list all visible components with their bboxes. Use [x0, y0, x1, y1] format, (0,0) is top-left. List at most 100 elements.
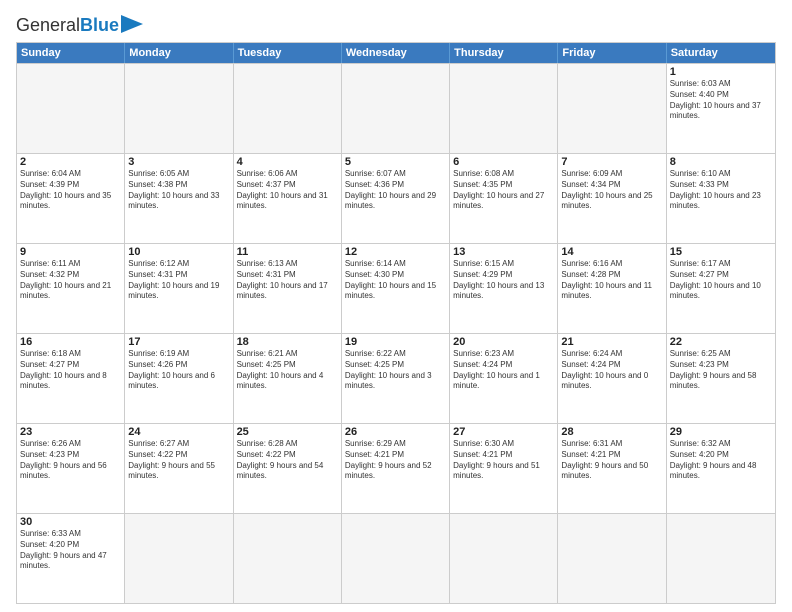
- day-info: Sunrise: 6:07 AM Sunset: 4:36 PM Dayligh…: [345, 169, 446, 212]
- day-info: Sunrise: 6:11 AM Sunset: 4:32 PM Dayligh…: [20, 259, 121, 302]
- day-info: Sunrise: 6:12 AM Sunset: 4:31 PM Dayligh…: [128, 259, 229, 302]
- day-number: 30: [20, 516, 121, 528]
- logo: GeneralBlue: [16, 16, 143, 34]
- day-number: 17: [128, 336, 229, 348]
- calendar-cell: 2Sunrise: 6:04 AM Sunset: 4:39 PM Daylig…: [17, 154, 125, 243]
- day-info: Sunrise: 6:10 AM Sunset: 4:33 PM Dayligh…: [670, 169, 772, 212]
- calendar-row: 30Sunrise: 6:33 AM Sunset: 4:20 PM Dayli…: [17, 513, 775, 603]
- calendar-cell: 21Sunrise: 6:24 AM Sunset: 4:24 PM Dayli…: [558, 334, 666, 423]
- calendar-row: 23Sunrise: 6:26 AM Sunset: 4:23 PM Dayli…: [17, 423, 775, 513]
- calendar-header: Sunday Monday Tuesday Wednesday Thursday…: [17, 43, 775, 63]
- calendar-cell: [558, 64, 666, 153]
- calendar-cell: 24Sunrise: 6:27 AM Sunset: 4:22 PM Dayli…: [125, 424, 233, 513]
- day-info: Sunrise: 6:32 AM Sunset: 4:20 PM Dayligh…: [670, 439, 772, 482]
- calendar-cell: 17Sunrise: 6:19 AM Sunset: 4:26 PM Dayli…: [125, 334, 233, 423]
- day-number: 18: [237, 336, 338, 348]
- day-info: Sunrise: 6:06 AM Sunset: 4:37 PM Dayligh…: [237, 169, 338, 212]
- calendar-cell: 6Sunrise: 6:08 AM Sunset: 4:35 PM Daylig…: [450, 154, 558, 243]
- day-info: Sunrise: 6:08 AM Sunset: 4:35 PM Dayligh…: [453, 169, 554, 212]
- calendar-cell: 28Sunrise: 6:31 AM Sunset: 4:21 PM Dayli…: [558, 424, 666, 513]
- calendar-cell: [342, 64, 450, 153]
- calendar-cell: 8Sunrise: 6:10 AM Sunset: 4:33 PM Daylig…: [667, 154, 775, 243]
- day-info: Sunrise: 6:25 AM Sunset: 4:23 PM Dayligh…: [670, 349, 772, 392]
- day-number: 12: [345, 246, 446, 258]
- calendar-body: 1Sunrise: 6:03 AM Sunset: 4:40 PM Daylig…: [17, 63, 775, 603]
- day-info: Sunrise: 6:21 AM Sunset: 4:25 PM Dayligh…: [237, 349, 338, 392]
- day-info: Sunrise: 6:31 AM Sunset: 4:21 PM Dayligh…: [561, 439, 662, 482]
- day-number: 13: [453, 246, 554, 258]
- calendar-row: 1Sunrise: 6:03 AM Sunset: 4:40 PM Daylig…: [17, 63, 775, 153]
- day-number: 26: [345, 426, 446, 438]
- day-info: Sunrise: 6:24 AM Sunset: 4:24 PM Dayligh…: [561, 349, 662, 392]
- calendar-cell: [342, 514, 450, 603]
- day-info: Sunrise: 6:05 AM Sunset: 4:38 PM Dayligh…: [128, 169, 229, 212]
- logo-triangle-icon: [121, 15, 143, 33]
- calendar-cell: 16Sunrise: 6:18 AM Sunset: 4:27 PM Dayli…: [17, 334, 125, 423]
- day-info: Sunrise: 6:14 AM Sunset: 4:30 PM Dayligh…: [345, 259, 446, 302]
- day-number: 6: [453, 156, 554, 168]
- calendar-cell: 12Sunrise: 6:14 AM Sunset: 4:30 PM Dayli…: [342, 244, 450, 333]
- day-info: Sunrise: 6:13 AM Sunset: 4:31 PM Dayligh…: [237, 259, 338, 302]
- day-info: Sunrise: 6:18 AM Sunset: 4:27 PM Dayligh…: [20, 349, 121, 392]
- weekday-tuesday: Tuesday: [234, 43, 342, 63]
- day-info: Sunrise: 6:26 AM Sunset: 4:23 PM Dayligh…: [20, 439, 121, 482]
- calendar-cell: 22Sunrise: 6:25 AM Sunset: 4:23 PM Dayli…: [667, 334, 775, 423]
- day-number: 3: [128, 156, 229, 168]
- calendar-cell: [450, 514, 558, 603]
- calendar-cell: 25Sunrise: 6:28 AM Sunset: 4:22 PM Dayli…: [234, 424, 342, 513]
- day-number: 15: [670, 246, 772, 258]
- calendar-cell: [234, 64, 342, 153]
- calendar-cell: 14Sunrise: 6:16 AM Sunset: 4:28 PM Dayli…: [558, 244, 666, 333]
- day-number: 9: [20, 246, 121, 258]
- day-number: 11: [237, 246, 338, 258]
- calendar-cell: 1Sunrise: 6:03 AM Sunset: 4:40 PM Daylig…: [667, 64, 775, 153]
- calendar-row: 16Sunrise: 6:18 AM Sunset: 4:27 PM Dayli…: [17, 333, 775, 423]
- day-info: Sunrise: 6:23 AM Sunset: 4:24 PM Dayligh…: [453, 349, 554, 392]
- calendar-cell: 19Sunrise: 6:22 AM Sunset: 4:25 PM Dayli…: [342, 334, 450, 423]
- day-number: 8: [670, 156, 772, 168]
- calendar-cell: 11Sunrise: 6:13 AM Sunset: 4:31 PM Dayli…: [234, 244, 342, 333]
- weekday-friday: Friday: [558, 43, 666, 63]
- calendar: Sunday Monday Tuesday Wednesday Thursday…: [16, 42, 776, 604]
- day-info: Sunrise: 6:15 AM Sunset: 4:29 PM Dayligh…: [453, 259, 554, 302]
- day-info: Sunrise: 6:09 AM Sunset: 4:34 PM Dayligh…: [561, 169, 662, 212]
- day-info: Sunrise: 6:27 AM Sunset: 4:22 PM Dayligh…: [128, 439, 229, 482]
- day-number: 7: [561, 156, 662, 168]
- weekday-sunday: Sunday: [17, 43, 125, 63]
- day-info: Sunrise: 6:03 AM Sunset: 4:40 PM Dayligh…: [670, 79, 772, 122]
- calendar-cell: [450, 64, 558, 153]
- calendar-cell: 9Sunrise: 6:11 AM Sunset: 4:32 PM Daylig…: [17, 244, 125, 333]
- day-number: 1: [670, 66, 772, 78]
- calendar-cell: 13Sunrise: 6:15 AM Sunset: 4:29 PM Dayli…: [450, 244, 558, 333]
- day-number: 25: [237, 426, 338, 438]
- day-number: 22: [670, 336, 772, 348]
- calendar-row: 2Sunrise: 6:04 AM Sunset: 4:39 PM Daylig…: [17, 153, 775, 243]
- day-info: Sunrise: 6:22 AM Sunset: 4:25 PM Dayligh…: [345, 349, 446, 392]
- day-info: Sunrise: 6:17 AM Sunset: 4:27 PM Dayligh…: [670, 259, 772, 302]
- calendar-cell: 15Sunrise: 6:17 AM Sunset: 4:27 PM Dayli…: [667, 244, 775, 333]
- calendar-row: 9Sunrise: 6:11 AM Sunset: 4:32 PM Daylig…: [17, 243, 775, 333]
- page: GeneralBlue Sunday Monday Tuesday Wednes…: [0, 0, 792, 612]
- weekday-saturday: Saturday: [667, 43, 775, 63]
- day-number: 16: [20, 336, 121, 348]
- calendar-cell: 27Sunrise: 6:30 AM Sunset: 4:21 PM Dayli…: [450, 424, 558, 513]
- day-info: Sunrise: 6:30 AM Sunset: 4:21 PM Dayligh…: [453, 439, 554, 482]
- day-number: 14: [561, 246, 662, 258]
- day-number: 28: [561, 426, 662, 438]
- calendar-cell: [667, 514, 775, 603]
- calendar-cell: [234, 514, 342, 603]
- calendar-cell: 3Sunrise: 6:05 AM Sunset: 4:38 PM Daylig…: [125, 154, 233, 243]
- day-number: 27: [453, 426, 554, 438]
- day-info: Sunrise: 6:33 AM Sunset: 4:20 PM Dayligh…: [20, 529, 121, 572]
- day-number: 2: [20, 156, 121, 168]
- day-number: 29: [670, 426, 772, 438]
- calendar-cell: 30Sunrise: 6:33 AM Sunset: 4:20 PM Dayli…: [17, 514, 125, 603]
- day-info: Sunrise: 6:29 AM Sunset: 4:21 PM Dayligh…: [345, 439, 446, 482]
- weekday-thursday: Thursday: [450, 43, 558, 63]
- header: GeneralBlue: [16, 16, 776, 34]
- calendar-cell: [17, 64, 125, 153]
- calendar-cell: 29Sunrise: 6:32 AM Sunset: 4:20 PM Dayli…: [667, 424, 775, 513]
- day-number: 21: [561, 336, 662, 348]
- calendar-cell: 18Sunrise: 6:21 AM Sunset: 4:25 PM Dayli…: [234, 334, 342, 423]
- logo-text: GeneralBlue: [16, 16, 119, 34]
